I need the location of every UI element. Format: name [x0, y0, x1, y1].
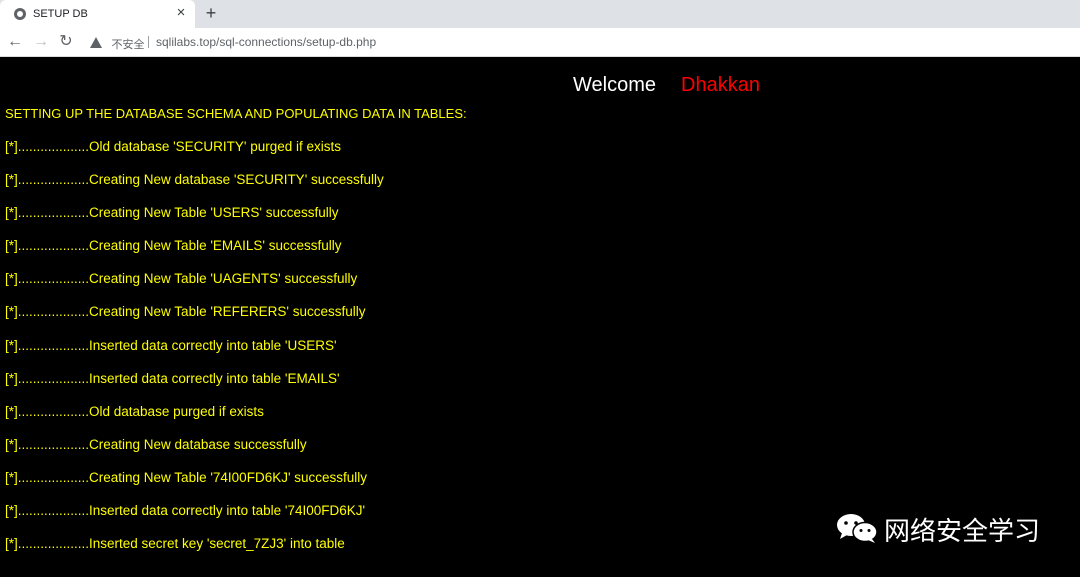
log-line: [*]...................Inserted data corr… — [5, 503, 366, 518]
security-indicator[interactable]: 不安全 — [90, 35, 145, 51]
watermark-text: 网络安全学习 — [884, 517, 1041, 547]
log-line: [*]...................Creating New Table… — [5, 304, 366, 319]
welcome-text: Welcome — [573, 74, 656, 96]
log-line: [*]...................Inserted data corr… — [5, 338, 337, 353]
tab-close-button[interactable]: × — [172, 4, 190, 22]
globe-icon — [14, 8, 26, 20]
log-line: [*]...................Old database purge… — [5, 404, 264, 419]
log-line: [*]...................Creating New Table… — [5, 205, 339, 220]
tab-strip: SETUP DB × + — [0, 0, 1080, 28]
log-line: [*]...................Creating New datab… — [5, 172, 384, 187]
tab-setup-db[interactable]: SETUP DB × — [0, 0, 195, 28]
new-tab-button[interactable]: + — [201, 3, 221, 23]
log-line: [*]...................Creating New Table… — [5, 271, 358, 286]
log-line: [*]...................Creating New Table… — [5, 470, 368, 485]
browser-toolbar: ← → ↻ 不安全 sqlilabs.top/sql-connections/s… — [0, 28, 1080, 57]
address-bar[interactable]: sqlilabs.top/sql-connections/setup-db.ph… — [156, 35, 376, 49]
security-label: 不安全 — [111, 38, 145, 51]
log-line: [*]...................Creating New datab… — [5, 437, 307, 452]
log-line: [*]...................Creating New Table… — [5, 238, 342, 253]
warning-icon — [90, 37, 102, 49]
back-icon[interactable]: ← — [5, 32, 25, 52]
address-separator — [148, 36, 149, 48]
welcome-name: Dhakkan — [681, 74, 760, 96]
forward-icon[interactable]: → — [31, 32, 51, 52]
log-line: [*]...................Inserted secret ke… — [5, 536, 345, 551]
log-line: [*]...................Old database 'SECU… — [5, 139, 342, 154]
page-content: Welcome Dhakkan SETTING UP THE DATABASE … — [0, 57, 1080, 577]
log-line: [*]...................Inserted data corr… — [5, 371, 340, 386]
page-heading: SETTING UP THE DATABASE SCHEMA AND POPUL… — [5, 106, 467, 121]
tab-title: SETUP DB — [33, 8, 88, 20]
reload-icon[interactable]: ↻ — [56, 32, 76, 52]
wechat-icon — [837, 514, 878, 543]
